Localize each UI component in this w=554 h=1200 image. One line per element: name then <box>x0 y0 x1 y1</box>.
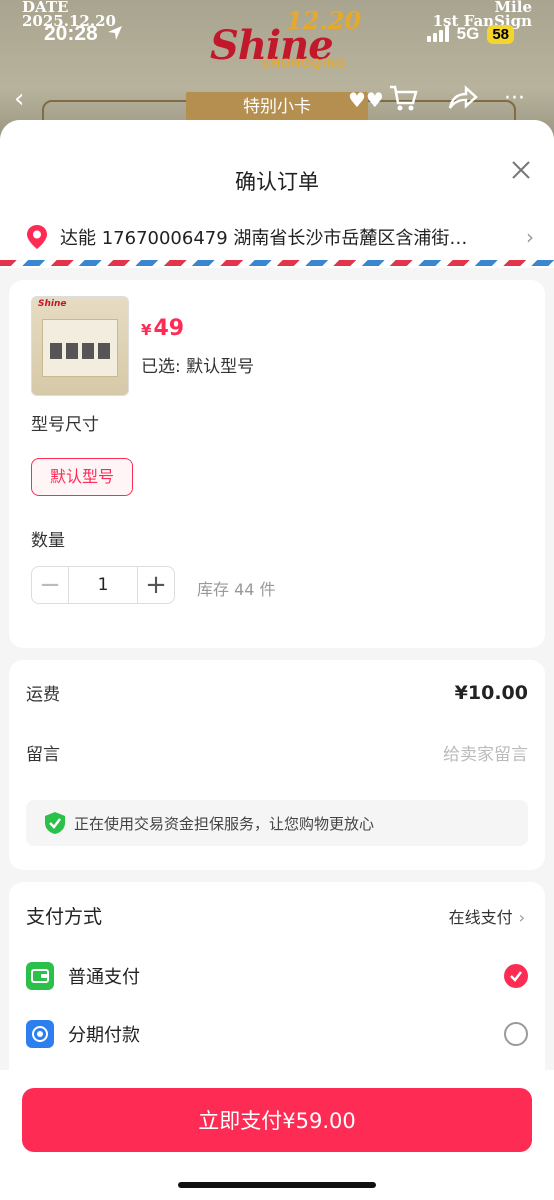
payment-card: 支付方式 在线支付 › 普通支付 分期付款 <box>9 882 545 1102</box>
location-pin-icon <box>27 225 47 249</box>
spec-label: 型号尺寸 <box>31 415 99 435</box>
pay-now-button[interactable]: 立即支付¥59.00 <box>22 1088 532 1152</box>
cart-icon[interactable] <box>388 84 418 118</box>
order-sheet: 确认订单 达能 17670006479 湖南省长沙市岳麓区含浦街… › Shin… <box>0 120 554 1200</box>
status-time: 20:28 <box>44 22 123 46</box>
shield-check-icon <box>45 812 65 834</box>
payment-option-label: 分期付款 <box>68 1025 140 1046</box>
footer-bar: 立即支付¥59.00 <box>0 1070 554 1200</box>
chevron-right-icon: › <box>526 225 534 249</box>
back-icon[interactable]: ‹ <box>14 84 24 114</box>
signal-icon <box>426 26 449 42</box>
home-indicator[interactable] <box>178 1182 376 1188</box>
location-arrow-icon <box>107 26 122 40</box>
message-input[interactable]: 给卖家留言 <box>443 740 528 765</box>
address-text: 达能 17670006479 湖南省长沙市岳麓区含浦街… <box>60 228 468 249</box>
shipping-fee: ¥10.00 <box>454 681 528 704</box>
chevron-right-icon: › <box>518 908 525 927</box>
payment-title: 支付方式 <box>26 906 103 928</box>
shipping-label: 运费 <box>26 685 60 705</box>
order-info-card: 运费 ¥10.00 留言 给卖家留言 正在使用交易资金担保服务，让您购物更放心 <box>9 660 545 870</box>
network-type: 5G <box>456 24 480 43</box>
message-label: 留言 <box>26 745 60 765</box>
envelope-stripe <box>0 260 554 266</box>
product-price: ¥49 <box>141 316 185 341</box>
quantity-value[interactable]: 1 <box>69 567 137 603</box>
radio-checked-icon[interactable] <box>504 964 528 988</box>
spec-option-default[interactable]: 默认型号 <box>31 458 133 496</box>
share-icon[interactable] <box>446 84 478 119</box>
quantity-stepper: − 1 + <box>31 566 175 604</box>
radio-unchecked-icon[interactable] <box>504 1022 528 1046</box>
product-card: Shine ¥49 已选: 默认型号 型号尺寸 默认型号 数量 − 1 + 库存… <box>9 280 545 648</box>
quantity-label: 数量 <box>31 531 65 551</box>
payment-option-normal[interactable]: 普通支付 <box>26 962 528 990</box>
logo-city: CHONGQING <box>262 56 347 70</box>
message-row[interactable]: 留言 给卖家留言 <box>26 740 528 765</box>
address-row[interactable]: 达能 17670006479 湖南省长沙市岳麓区含浦街… › <box>26 224 534 250</box>
payment-option-label: 普通支付 <box>68 967 140 988</box>
sheet-header: 确认订单 达能 17670006479 湖南省长沙市岳麓区含浦街… › <box>0 120 554 268</box>
minus-icon[interactable]: − <box>32 567 69 603</box>
payment-option-installment[interactable]: 分期付款 <box>26 1020 528 1048</box>
guarantee-banner: 正在使用交易资金担保服务，让您购物更放心 <box>26 800 528 846</box>
plus-icon[interactable]: + <box>137 567 174 603</box>
wallet-icon <box>26 962 54 990</box>
installment-icon <box>26 1020 54 1048</box>
hearts-icon: ♥♥ <box>348 88 384 112</box>
stock-text: 库存 44 件 <box>197 580 276 599</box>
status-indicators: 5G 58 <box>426 24 514 44</box>
selected-variant: 已选: 默认型号 <box>141 357 255 377</box>
more-icon[interactable]: ··· <box>504 86 525 111</box>
payment-mode[interactable]: 在线支付 › <box>449 904 525 928</box>
battery-icon: 58 <box>487 24 514 44</box>
close-icon[interactable] <box>512 156 530 184</box>
guarantee-text: 正在使用交易资金担保服务，让您购物更放心 <box>74 814 375 833</box>
page-title: 确认订单 <box>235 170 319 194</box>
shipping-row: 运费 ¥10.00 <box>26 680 528 706</box>
product-image[interactable]: Shine <box>31 296 129 396</box>
poster-tag: 特别小卡 <box>186 92 368 122</box>
